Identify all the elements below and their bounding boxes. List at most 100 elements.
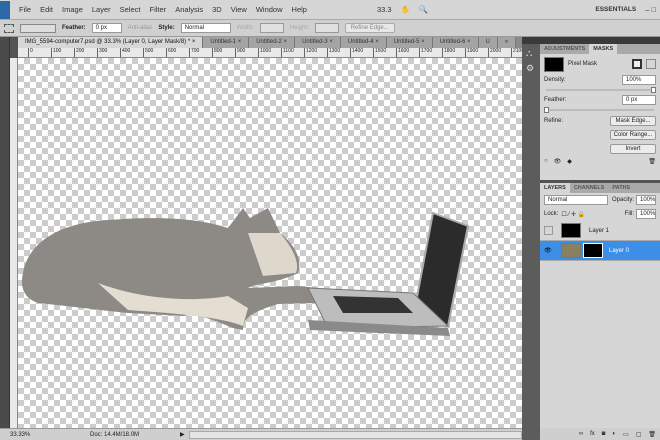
document-canvas[interactable] (18, 58, 522, 428)
density-slider[interactable] (546, 87, 656, 93)
marquee-tool-icon[interactable] (4, 23, 14, 33)
refine-label: Refine: (544, 118, 564, 124)
panel-dock-header[interactable] (522, 37, 660, 44)
feather-slider[interactable] (544, 107, 654, 113)
document-tabs: IMG_5594-computer7.psd @ 33.3% (Layer 0,… (18, 37, 522, 48)
eye-icon[interactable]: 👁 (544, 247, 553, 254)
tab-untitled-4[interactable]: Untitled-4 × (340, 37, 387, 48)
height-input[interactable] (314, 23, 339, 33)
adjustment-icon[interactable]: ◐ (612, 431, 616, 437)
density-input[interactable]: 100% (622, 75, 656, 85)
new-layer-icon[interactable]: ▢ (636, 431, 642, 438)
menu-layer[interactable]: Layer (92, 5, 111, 14)
blend-mode-select[interactable]: Normal (544, 195, 608, 205)
menu-edit[interactable]: Edit (40, 5, 53, 14)
layer-thumbnail (561, 223, 581, 238)
selection-mode-icons[interactable] (20, 23, 56, 33)
fill-label: Fill: (624, 211, 634, 217)
ruler-tick-label: 800 (212, 48, 235, 57)
hand-tool-icon[interactable]: ✋ (401, 5, 410, 14)
menu-filter[interactable]: Filter (150, 5, 167, 14)
workspace-switcher[interactable]: ESSENTIALS (595, 6, 636, 13)
tab-u[interactable]: U (478, 37, 498, 48)
options-bar: Feather: 0 px Anti-alias Style: Normal W… (0, 20, 660, 37)
panel-icon-strip: ⛬ ⚙ (522, 44, 540, 440)
ruler-tick-label: 500 (143, 48, 166, 57)
tab-channels[interactable]: CHANNELS (570, 183, 609, 193)
color-range-button[interactable]: Color Range... (610, 130, 656, 140)
menu-3d[interactable]: 3D (212, 5, 222, 14)
opacity-input[interactable]: 100% (636, 195, 656, 205)
tab-layers[interactable]: LAYERS (540, 183, 570, 193)
link-icon[interactable]: ∞ (579, 431, 583, 437)
image-dog-laptop (21, 208, 470, 336)
layer-mask-thumbnail[interactable] (583, 243, 603, 258)
status-menu-arrow-icon[interactable]: ▶ (180, 431, 185, 438)
tab-untitled-1[interactable]: Untitled-1 × (203, 37, 250, 48)
apply-mask-icon[interactable]: ◆ (567, 158, 572, 165)
load-selection-icon[interactable]: ○ (544, 158, 548, 164)
style-label: Style: (158, 25, 175, 31)
lock-icons[interactable]: ☐ ⁄ ✛ 🔒 (561, 211, 585, 218)
masks-panel: ADJUSTMENTS MASKS Pixel Mask Density: 100… (540, 44, 660, 180)
ruler-tick-label: 200 (74, 48, 97, 57)
menu-help[interactable]: Help (292, 5, 307, 14)
pixel-mask-icon[interactable] (632, 59, 642, 69)
tab-masks[interactable]: MASKS (589, 44, 618, 54)
tab-untitled-6[interactable]: Untitled-6 × (432, 37, 479, 48)
antialias-checkbox[interactable]: Anti-alias (128, 25, 153, 31)
style-select[interactable]: Normal (180, 23, 231, 33)
add-mask-icon[interactable]: ◙ (602, 431, 606, 437)
zoom-tool-icon[interactable]: 🔍 (419, 5, 428, 14)
tab-untitled-5[interactable]: Untitled-5 × (386, 37, 433, 48)
horizontal-scrollbar[interactable] (188, 430, 522, 439)
layer-thumbnail (561, 243, 581, 258)
refine-edge-button[interactable]: Refine Edge... (344, 23, 395, 33)
fx-icon[interactable]: fx (590, 431, 595, 437)
status-bar: 33.33% Doc: 14.4M/18.0M ▶ (0, 428, 522, 440)
pixel-mask-label: Pixel Mask (568, 61, 598, 67)
ruler-tick-label: 900 (235, 48, 258, 57)
menu-view[interactable]: View (231, 5, 247, 14)
delete-layer-icon[interactable]: 🗑 (648, 431, 656, 438)
mask-feather-input[interactable]: 0 px (622, 95, 656, 105)
menu-bar: File Edit Image Layer Select Filter Anal… (0, 0, 660, 20)
tab-paths[interactable]: PATHS (608, 183, 634, 193)
horizontal-ruler: 0 100 200 300 400 500 600 700 800 900 1000 1100 1200… (18, 48, 522, 58)
mask-edge-button[interactable]: Mask Edge... (610, 116, 656, 126)
invert-button[interactable]: Invert (610, 144, 656, 154)
layer-row-layer-0[interactable]: 👁 Layer 0 (540, 241, 660, 261)
layers-footer: ∞ fx ◙ ◐ ▭ ▢ 🗑 (540, 428, 660, 440)
ruler-tick-label: 1100 (281, 48, 304, 57)
tab-untitled-2[interactable]: Untitled-2 × (249, 37, 296, 48)
menu-image[interactable]: Image (62, 5, 83, 14)
layer-name: Layer 1 (589, 227, 610, 234)
visibility-toggle[interactable] (544, 226, 553, 235)
zoom-level-dropdown[interactable]: 33.3 (377, 5, 392, 14)
menu-select[interactable]: Select (120, 5, 141, 14)
tab-untitled-3[interactable]: Untitled-3 × (295, 37, 341, 48)
tab-adjustments[interactable]: ADJUSTMENTS (540, 44, 589, 54)
fill-input[interactable]: 100% (636, 209, 656, 219)
menu-window[interactable]: Window (256, 5, 283, 14)
width-input[interactable] (259, 23, 284, 33)
menu-analysis[interactable]: Analysis (175, 5, 203, 14)
ruler-tick-label: 1500 (373, 48, 396, 57)
vector-mask-icon[interactable] (646, 59, 656, 69)
feather-input[interactable]: 0 px (91, 23, 122, 33)
menu-file[interactable]: File (19, 5, 31, 14)
visibility-icon[interactable]: 👁 (554, 158, 562, 165)
ruler-tick-label: 1700 (419, 48, 442, 57)
tools-panel[interactable] (0, 37, 10, 440)
group-icon[interactable]: ▭ (623, 431, 629, 438)
actions-icon[interactable]: ⚙ (526, 63, 536, 74)
history-icon[interactable]: ⛬ (526, 48, 536, 59)
tab-img-5594[interactable]: IMG_5594-computer7.psd @ 33.3% (Layer 0,… (18, 37, 204, 48)
delete-mask-icon[interactable]: 🗑 (648, 158, 656, 165)
ruler-tick-label: 1400 (350, 48, 373, 57)
zoom-readout[interactable]: 33.33% (10, 432, 40, 438)
layer-row-layer-1[interactable]: Layer 1 (540, 221, 660, 241)
ruler-tick-label: 100 (51, 48, 74, 57)
tabs-overflow-button[interactable]: » (497, 37, 517, 48)
minimize-icon[interactable]: – □ (645, 5, 656, 14)
